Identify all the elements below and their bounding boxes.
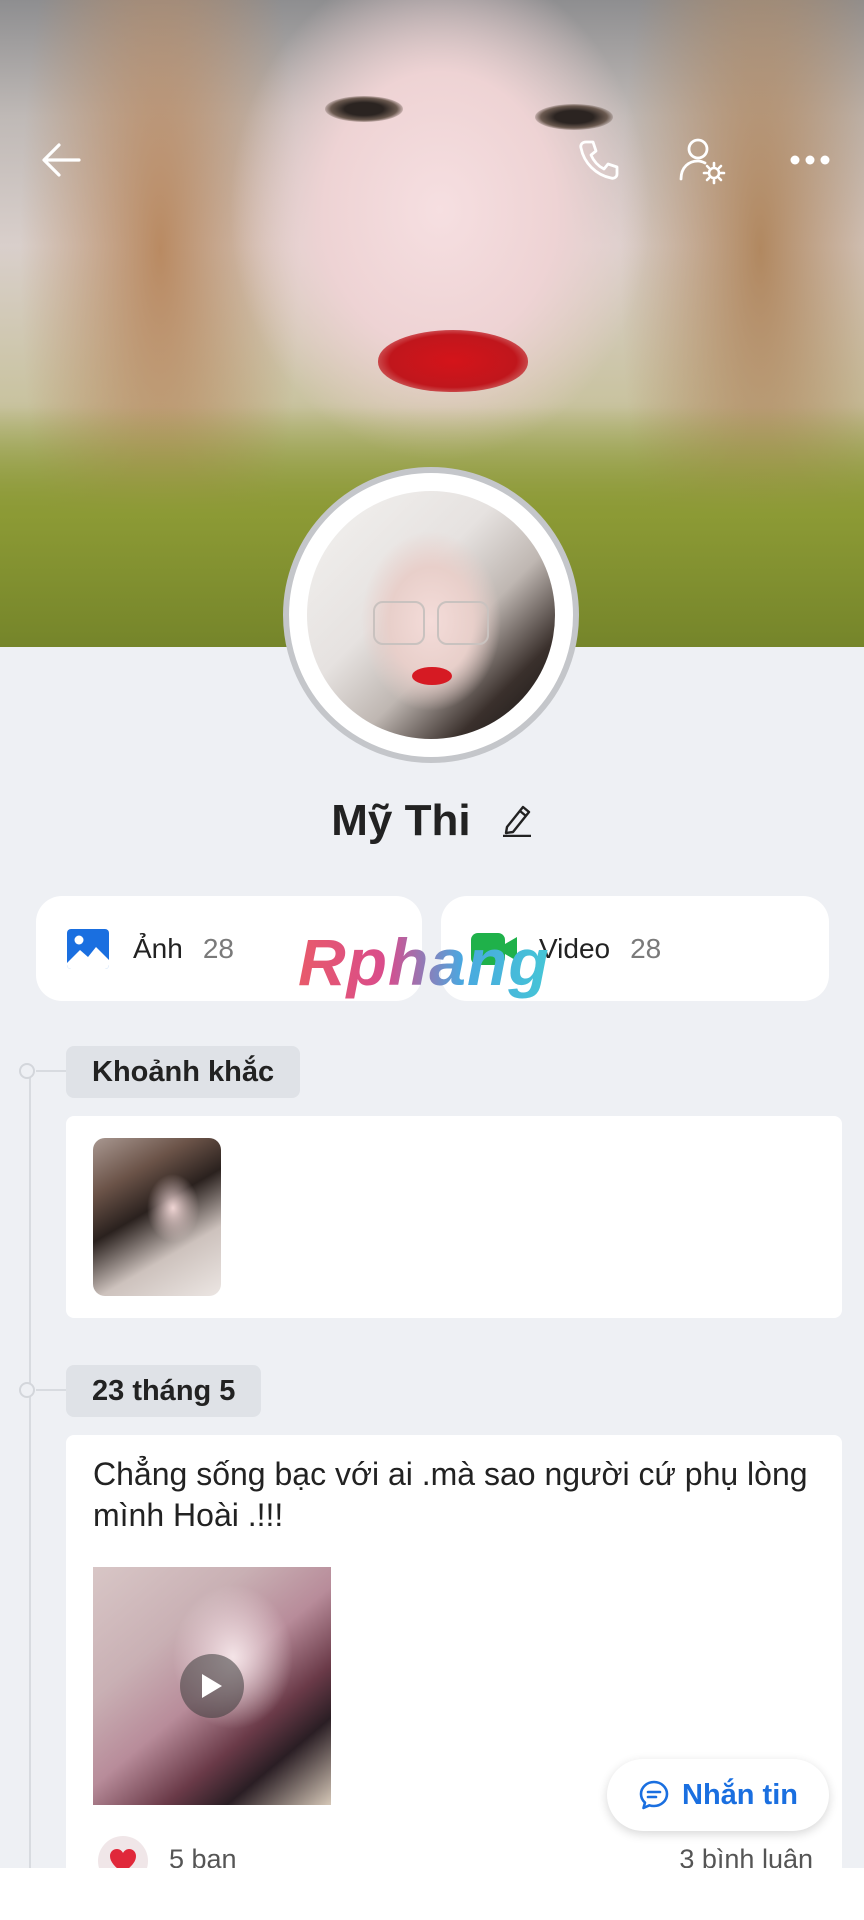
message-button-label: Nhắn tin [682, 1778, 798, 1811]
post-text: Chẳng sống bạc với ai .mà sao người cứ p… [93, 1456, 808, 1533]
profile-settings-button[interactable] [673, 130, 733, 190]
play-icon [202, 1674, 222, 1698]
profile-name: Mỹ Thi [331, 796, 471, 845]
call-button[interactable] [569, 130, 629, 190]
cover-eye-left [325, 96, 403, 122]
phone-icon [579, 140, 619, 180]
bottom-bar [0, 1868, 864, 1920]
moment-thumbnail[interactable] [93, 1138, 221, 1296]
play-button[interactable] [180, 1654, 244, 1718]
timeline-dot [19, 1382, 35, 1398]
timeline-dot [19, 1063, 35, 1079]
photos-count: 28 [202, 932, 234, 964]
arrow-left-icon [42, 143, 81, 177]
photos-label: Ảnh [133, 932, 183, 964]
pencil-icon [502, 806, 531, 838]
user-settings-icon [679, 138, 726, 185]
avatar-glasses-left [373, 601, 425, 645]
post-date-chip: 23 tháng 5 [66, 1365, 262, 1417]
cover-eye-right [535, 104, 613, 130]
avatar-lips [412, 667, 452, 685]
timeline-tick [36, 1389, 66, 1391]
back-button[interactable] [31, 130, 91, 190]
message-button[interactable]: Nhắn tin [607, 1759, 829, 1831]
moments-chip: Khoảnh khắc [66, 1046, 301, 1098]
avatar [307, 491, 555, 739]
timeline-tick [36, 1070, 66, 1072]
watermark-logo: Rphang [298, 925, 550, 999]
chat-bubble-icon [639, 1780, 669, 1810]
cover-lips [378, 330, 528, 392]
timeline-line [29, 1072, 31, 1872]
videos-count: 28 [630, 932, 662, 964]
avatar-glasses-right [437, 601, 489, 645]
more-button[interactable] [780, 130, 840, 190]
videos-label: Video [539, 932, 611, 964]
more-horizontal-icon [790, 155, 830, 165]
profile-name-row: Mỹ Thi [0, 796, 864, 848]
image-icon [67, 928, 109, 969]
avatar-frame[interactable] [283, 467, 579, 763]
edit-name-button[interactable] [501, 798, 533, 848]
